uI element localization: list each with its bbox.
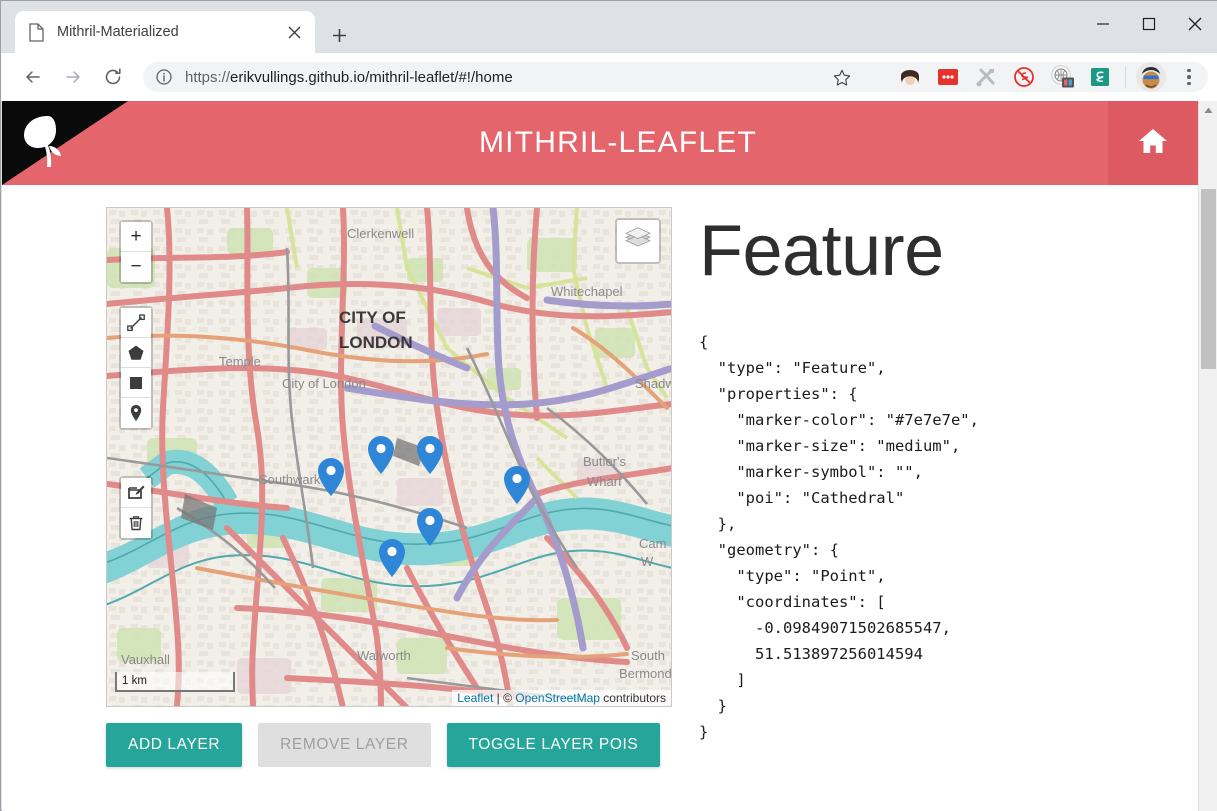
zoom-out-button[interactable]: − bbox=[121, 252, 151, 282]
toggle-layer-pois-button[interactable]: TOGGLE LAYER POIS bbox=[446, 723, 661, 767]
map-attribution: Leaflet | © OpenStreetMap contributors bbox=[452, 690, 671, 706]
leaflet-link[interactable]: Leaflet bbox=[457, 691, 493, 705]
svg-text:Vauxhall: Vauxhall bbox=[121, 652, 170, 667]
scrollbar-thumb[interactable] bbox=[1201, 189, 1216, 369]
layers-stack-icon bbox=[623, 225, 653, 258]
leaf-logo-icon bbox=[18, 113, 74, 176]
document-icon bbox=[29, 22, 45, 42]
extension-toolbar bbox=[891, 58, 1208, 96]
profile-avatar[interactable] bbox=[1132, 58, 1170, 96]
svg-text:Temple: Temple bbox=[219, 354, 261, 369]
extension-globe-split-icon[interactable] bbox=[1043, 58, 1081, 96]
svg-text:South: South bbox=[631, 648, 665, 663]
remove-layer-button: REMOVE LAYER bbox=[258, 723, 431, 767]
svg-text:Southwark: Southwark bbox=[259, 472, 321, 487]
svg-text:Whitechapel: Whitechapel bbox=[551, 284, 623, 299]
map-marker-4[interactable] bbox=[504, 466, 530, 504]
trash-icon[interactable] bbox=[121, 508, 151, 538]
bookmark-star-icon[interactable] bbox=[827, 63, 857, 93]
edit-control bbox=[119, 476, 153, 540]
url-rest: erikvullings.github.io/mithril-leaflet/#… bbox=[230, 68, 513, 86]
svg-text:Walworth: Walworth bbox=[357, 648, 411, 663]
map-marker-6[interactable] bbox=[379, 539, 405, 577]
app-header: MITHRIL-LEAFLET bbox=[2, 101, 1198, 185]
extension-teal-s-icon[interactable] bbox=[1081, 58, 1119, 96]
extension-crossed-tools-icon[interactable] bbox=[967, 58, 1005, 96]
attribution-suffix: contributors bbox=[599, 691, 666, 705]
back-button[interactable] bbox=[17, 61, 49, 93]
rectangle-icon[interactable] bbox=[121, 368, 151, 398]
page-title: MITHRIL-LEAFLET bbox=[478, 126, 758, 159]
app-logo[interactable] bbox=[2, 101, 128, 185]
svg-text:Butler's: Butler's bbox=[583, 454, 626, 469]
url-scheme: https:// bbox=[185, 68, 231, 86]
attribution-separator: | © bbox=[493, 691, 516, 705]
map-marker-3[interactable] bbox=[417, 436, 443, 474]
zoom-control: + − bbox=[119, 220, 153, 284]
forward-button[interactable] bbox=[57, 61, 89, 93]
maximize-icon[interactable] bbox=[1126, 1, 1172, 47]
tab-strip: Mithril-Materialized bbox=[1, 1, 1217, 53]
svg-text:CITY OF: CITY OF bbox=[339, 308, 406, 327]
svg-text:City of London: City of London bbox=[282, 376, 366, 391]
extension-noscript-icon[interactable] bbox=[1005, 58, 1043, 96]
window-controls bbox=[1080, 1, 1217, 47]
new-tab-button[interactable] bbox=[323, 19, 355, 51]
info-circle-icon[interactable] bbox=[155, 68, 173, 86]
tab-title: Mithril-Materialized bbox=[57, 24, 179, 40]
svg-text:Shadwell: Shadwell bbox=[635, 376, 672, 391]
leaflet-map[interactable]: Clerkenwell Whitechapel CITY OF LONDON T… bbox=[106, 207, 672, 707]
feature-heading: Feature bbox=[699, 211, 944, 291]
polygon-icon[interactable] bbox=[121, 338, 151, 368]
close-icon[interactable] bbox=[281, 19, 307, 45]
svg-text:Wharf: Wharf bbox=[587, 474, 622, 489]
add-layer-button[interactable]: ADD LAYER bbox=[106, 723, 243, 767]
toolbar-divider bbox=[1125, 66, 1126, 88]
svg-text:W: W bbox=[641, 554, 654, 569]
home-icon bbox=[1138, 127, 1168, 160]
map-scale: 1 km bbox=[115, 672, 235, 692]
browser-menu-button[interactable] bbox=[1170, 58, 1208, 96]
minimize-icon[interactable] bbox=[1080, 1, 1126, 47]
map-marker-5[interactable] bbox=[417, 508, 443, 546]
zoom-in-button[interactable]: + bbox=[121, 222, 151, 252]
svg-text:Clerkenwell: Clerkenwell bbox=[347, 226, 414, 241]
avatar-icon bbox=[1136, 62, 1166, 92]
close-window-icon[interactable] bbox=[1172, 1, 1217, 47]
feature-panel: Feature { "type": "Feature", "properties… bbox=[699, 205, 1178, 745]
polyline-icon[interactable] bbox=[121, 308, 151, 338]
kebab-menu-icon bbox=[1174, 62, 1204, 92]
home-button[interactable] bbox=[1108, 101, 1198, 185]
browser-window: Mithril-Materialized https://erikvulling… bbox=[0, 0, 1217, 811]
map-marker-2[interactable] bbox=[368, 436, 394, 474]
openstreetmap-link[interactable]: OpenStreetMap bbox=[515, 691, 600, 705]
scroll-up-arrow-icon[interactable] bbox=[1199, 101, 1217, 119]
extension-ublock-icon[interactable] bbox=[929, 58, 967, 96]
reload-button[interactable] bbox=[97, 61, 129, 93]
browser-tab[interactable]: Mithril-Materialized bbox=[15, 11, 315, 53]
map-actions: ADD LAYER REMOVE LAYER TOGGLE LAYER POIS bbox=[106, 723, 661, 767]
layers-control[interactable] bbox=[615, 218, 661, 264]
page-content: Clerkenwell Whitechapel CITY OF LONDON T… bbox=[2, 185, 1198, 811]
page-viewport: MITHRIL-LEAFLET Clerkenwell Whitechapel … bbox=[2, 101, 1217, 811]
svg-text:Cam: Cam bbox=[639, 536, 666, 551]
url-text: https://erikvullings.github.io/mithril-l… bbox=[185, 69, 513, 86]
page-scrollbar[interactable] bbox=[1198, 101, 1217, 811]
extension-wig-icon[interactable] bbox=[891, 58, 929, 96]
edit-square-icon[interactable] bbox=[121, 478, 151, 508]
feature-json: { "type": "Feature", "properties": { "ma… bbox=[699, 333, 979, 742]
svg-text:LONDON: LONDON bbox=[339, 333, 413, 352]
svg-text:Bermondsey: Bermondsey bbox=[619, 666, 672, 681]
draw-control bbox=[119, 306, 153, 430]
map-marker-1[interactable] bbox=[318, 458, 344, 496]
map-pin-icon[interactable] bbox=[121, 398, 151, 428]
